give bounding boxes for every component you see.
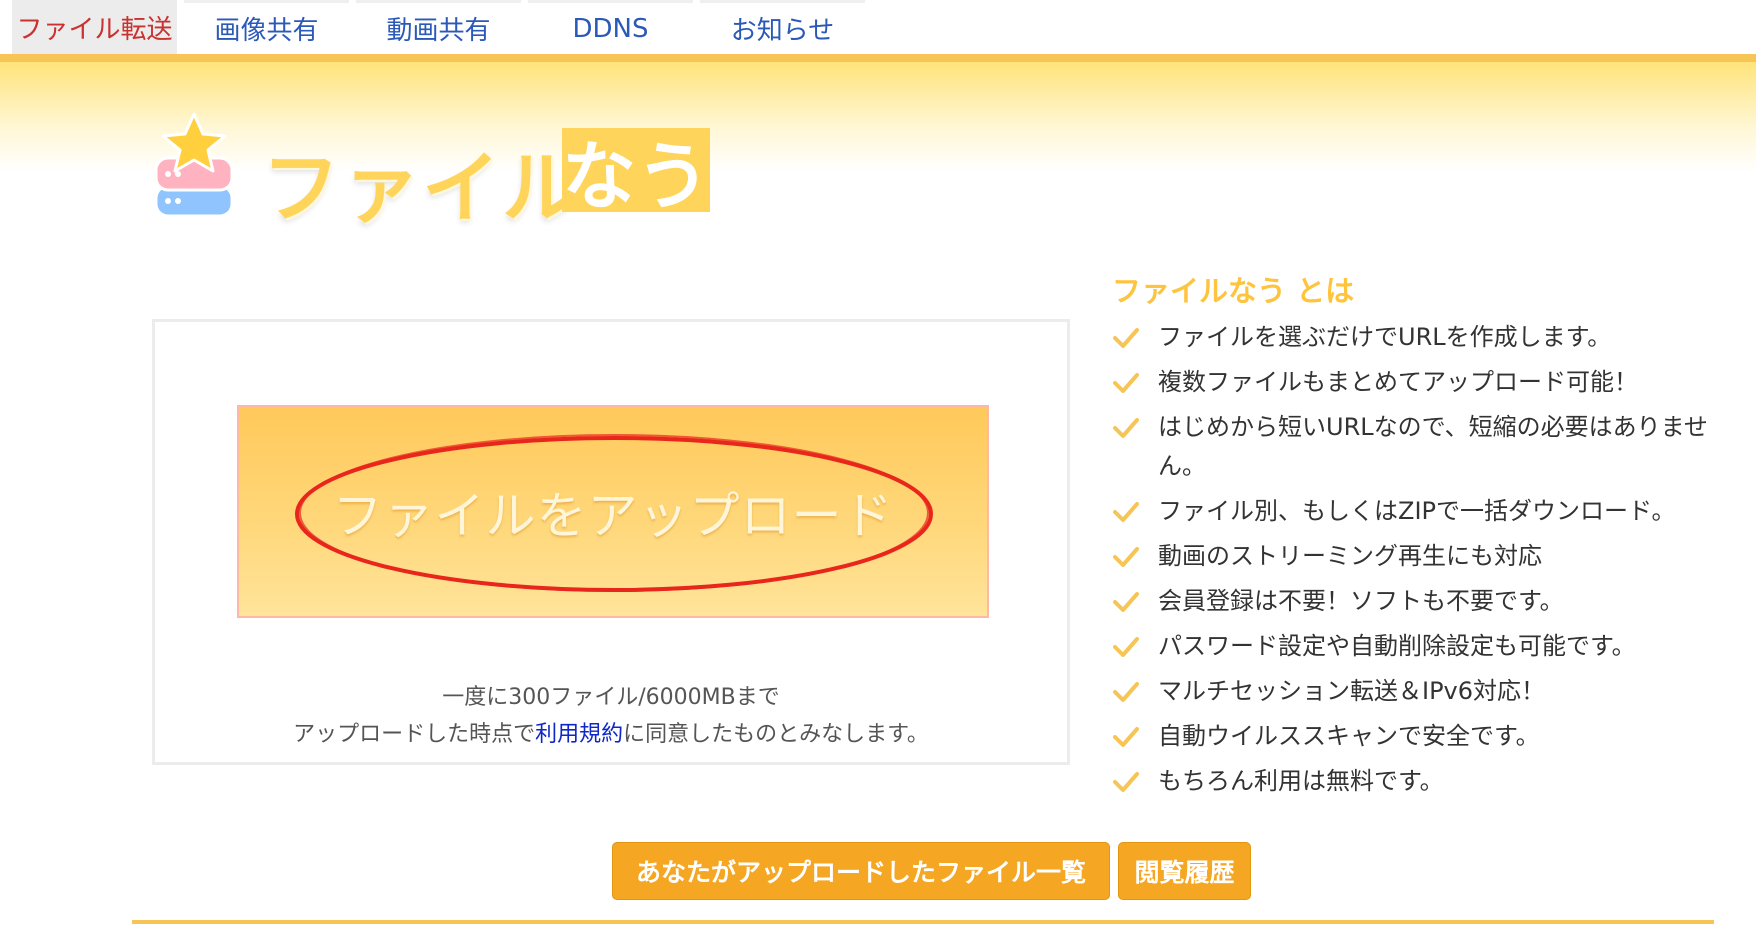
check-icon <box>1113 547 1139 567</box>
feature-list: ファイルを選ぶだけでURLを作成します。 複数ファイルもまとめてアップロード可能… <box>1112 318 1712 807</box>
check-icon <box>1113 418 1139 438</box>
feature-item: ファイル別、もしくはZIPで一括ダウンロード。 <box>1112 492 1712 531</box>
red-ellipse-annotation <box>295 434 933 592</box>
tab-video-share[interactable]: 動画共有 <box>356 0 521 54</box>
feature-text: ファイル別、もしくはZIPで一括ダウンロード。 <box>1158 497 1676 525</box>
feature-text: 複数ファイルもまとめてアップロード可能！ <box>1158 368 1638 396</box>
upload-panel: ファイルをアップロード 一度に300ファイル/6000MBまで アップロードした… <box>152 319 1070 765</box>
my-uploads-button[interactable]: あなたがアップロードしたファイル一覧 <box>612 842 1110 900</box>
feature-item: マルチセッション転送＆IPv6対応！ <box>1112 672 1712 711</box>
star-server-icon <box>154 112 234 218</box>
terms-prefix: アップロードした時点で <box>293 722 536 747</box>
feature-text: 会員登録は不要！ソフトも不要です。 <box>1158 587 1564 615</box>
logo-word: ファイル <box>262 144 583 234</box>
check-icon <box>1113 772 1139 792</box>
feature-text: もちろん利用は無料です。 <box>1158 767 1444 795</box>
upload-limit-note: 一度に300ファイル/6000MBまで <box>442 685 780 710</box>
nav-underline <box>0 54 1756 62</box>
tab-image-share[interactable]: 画像共有 <box>184 0 349 54</box>
check-icon <box>1113 502 1139 522</box>
upload-button[interactable]: ファイルをアップロード <box>237 405 989 618</box>
check-icon <box>1113 682 1139 702</box>
check-icon <box>1113 328 1139 348</box>
check-icon <box>1113 637 1139 657</box>
terms-suffix: に同意したものとみなします。 <box>623 722 929 747</box>
feature-text: はじめから短いURLなので、短縮の必要はありません。 <box>1158 413 1708 480</box>
footer-divider <box>132 920 1714 924</box>
tab-news[interactable]: お知らせ <box>700 0 865 54</box>
about-title: ファイルなう とは <box>1112 274 1355 308</box>
terms-note: アップロードした時点で利用規約に同意したものとみなします。 <box>155 716 1067 748</box>
feature-text: 動画のストリーミング再生にも対応 <box>1158 542 1542 570</box>
feature-item: パスワード設定や自動削除設定も可能です。 <box>1112 627 1712 666</box>
feature-text: パスワード設定や自動削除設定も可能です。 <box>1158 632 1636 660</box>
feature-item: もちろん利用は無料です。 <box>1112 762 1712 801</box>
check-icon <box>1113 592 1139 612</box>
check-icon <box>1113 727 1139 747</box>
tab-ddns[interactable]: DDNS <box>528 0 693 54</box>
feature-item: 会員登録は不要！ソフトも不要です。 <box>1112 582 1712 621</box>
feature-text: ファイルを選ぶだけでURLを作成します。 <box>1158 323 1612 351</box>
top-navigation: ファイル転送 画像共有 動画共有 DDNS お知らせ <box>0 0 1756 54</box>
logo-tag: なう <box>562 128 710 220</box>
check-icon <box>1113 373 1139 393</box>
feature-item: ファイルを選ぶだけでURLを作成します。 <box>1112 318 1712 357</box>
feature-item: 自動ウイルススキャンで安全です。 <box>1112 717 1712 756</box>
feature-item: 複数ファイルもまとめてアップロード可能！ <box>1112 363 1712 402</box>
tab-file-transfer[interactable]: ファイル転送 <box>12 0 177 54</box>
feature-item: 動画のストリーミング再生にも対応 <box>1112 537 1712 576</box>
terms-link[interactable]: 利用規約 <box>535 722 623 747</box>
feature-text: マルチセッション転送＆IPv6対応！ <box>1158 677 1546 705</box>
history-button[interactable]: 閲覧履歴 <box>1118 842 1251 900</box>
feature-item: はじめから短いURLなので、短縮の必要はありません。 <box>1112 408 1712 486</box>
site-logo[interactable]: ファイル なう <box>150 108 730 234</box>
feature-text: 自動ウイルススキャンで安全です。 <box>1158 722 1540 750</box>
